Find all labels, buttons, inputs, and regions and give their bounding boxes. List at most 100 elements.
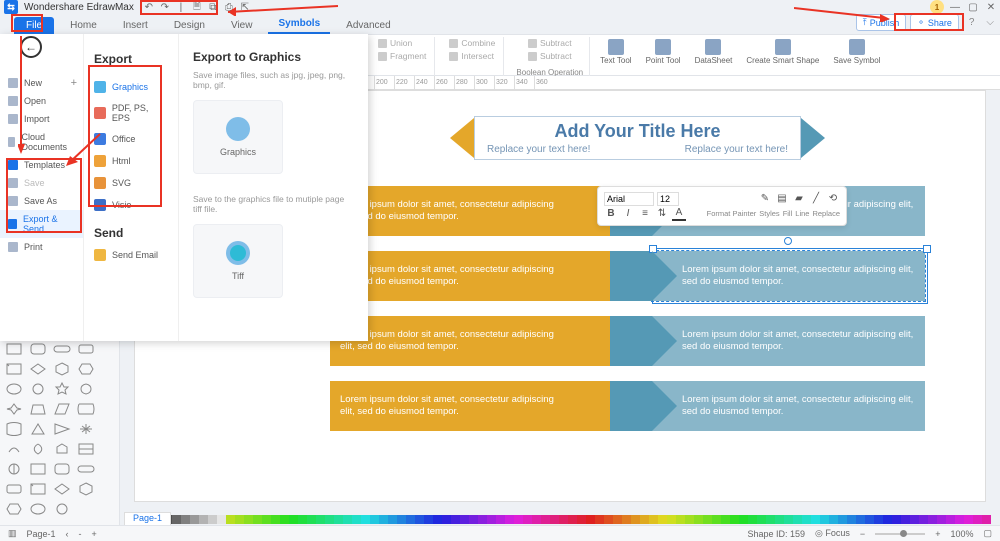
color-swatch[interactable] (451, 515, 460, 524)
color-swatch[interactable] (172, 515, 181, 524)
color-swatch[interactable] (883, 515, 892, 524)
zoom-out-button[interactable]: − (860, 529, 865, 539)
line-icon[interactable]: ╱ (809, 192, 823, 206)
font-family-input[interactable] (604, 192, 654, 206)
color-swatch[interactable] (577, 515, 586, 524)
point-tool-button[interactable]: Point Tool (642, 37, 685, 68)
color-swatch[interactable] (505, 515, 514, 524)
color-swatch[interactable] (685, 515, 694, 524)
color-swatch[interactable] (523, 515, 532, 524)
color-swatch[interactable] (568, 515, 577, 524)
color-swatch[interactable] (901, 515, 910, 524)
color-swatch[interactable] (316, 515, 325, 524)
row3-right[interactable]: Lorem ipsum dolor sit amet, consectetur … (652, 316, 925, 366)
intersect-button[interactable]: Intersect (447, 50, 497, 62)
notification-badge[interactable]: 1 (930, 0, 944, 14)
color-swatch[interactable] (460, 515, 469, 524)
color-swatch[interactable] (739, 515, 748, 524)
shape-thumb[interactable] (28, 381, 48, 397)
nav-cloud[interactable]: Cloud Documents (0, 128, 83, 156)
nav-templates[interactable]: Templates (0, 156, 83, 174)
qa-export-icon[interactable]: ⇱ (240, 2, 250, 12)
union-button[interactable]: Union (376, 37, 428, 49)
color-swatch[interactable] (694, 515, 703, 524)
shape-thumb[interactable] (52, 461, 72, 477)
color-swatch[interactable] (550, 515, 559, 524)
shape-thumb[interactable] (4, 381, 24, 397)
color-swatch[interactable] (334, 515, 343, 524)
datasheet-button[interactable]: DataSheet (691, 37, 737, 68)
color-swatch[interactable] (820, 515, 829, 524)
spacing-button[interactable]: ⇅ (655, 207, 669, 221)
export-pdf[interactable]: PDF, PS, EPS (90, 98, 172, 128)
color-swatch[interactable] (271, 515, 280, 524)
color-swatch[interactable] (784, 515, 793, 524)
status-focus[interactable]: ◎ Focus (815, 528, 850, 539)
shape-thumb[interactable] (76, 381, 96, 397)
color-swatch[interactable] (802, 515, 811, 524)
color-swatch[interactable] (757, 515, 766, 524)
shape-thumb[interactable] (28, 341, 48, 357)
export-html[interactable]: Html (90, 150, 172, 172)
shape-thumb[interactable] (76, 481, 96, 497)
color-swatch[interactable] (532, 515, 541, 524)
color-swatch[interactable] (964, 515, 973, 524)
color-swatch[interactable] (721, 515, 730, 524)
color-swatch[interactable] (982, 515, 991, 524)
shape-thumb[interactable] (28, 481, 48, 497)
row4-right[interactable]: Lorem ipsum dolor sit amet, consectetur … (652, 381, 925, 431)
color-swatch[interactable] (424, 515, 433, 524)
color-swatch[interactable] (586, 515, 595, 524)
shape-thumb[interactable] (52, 441, 72, 457)
color-swatch[interactable] (847, 515, 856, 524)
status-minus[interactable]: - (79, 529, 82, 539)
subtract-button-1[interactable]: Subtract (526, 37, 574, 49)
color-swatch[interactable] (775, 515, 784, 524)
color-swatch[interactable] (937, 515, 946, 524)
color-swatch[interactable] (919, 515, 928, 524)
smartshape-button[interactable]: Create Smart Shape (742, 37, 823, 68)
help-icon[interactable]: ? (967, 15, 977, 30)
row4-left[interactable]: Lorem ipsum dolor sit amet, consectetur … (330, 381, 610, 431)
color-swatch[interactable] (910, 515, 919, 524)
shape-thumb[interactable] (52, 401, 72, 417)
color-swatch[interactable] (604, 515, 613, 524)
color-swatch[interactable] (649, 515, 658, 524)
panel-toggle-icon[interactable]: ▥ (8, 528, 17, 539)
color-swatch[interactable] (406, 515, 415, 524)
color-swatch[interactable] (640, 515, 649, 524)
color-swatch[interactable] (928, 515, 937, 524)
qa-print-icon[interactable]: ⎙ (224, 2, 234, 12)
diagram-title-box[interactable]: Add Your Title Here Replace your text he… (474, 116, 801, 160)
nav-print[interactable]: Print (0, 238, 83, 256)
share-button[interactable]: ⚬Share (910, 14, 959, 31)
graphics-card[interactable]: Graphics (193, 100, 283, 174)
subtract-button-2[interactable]: Subtract (526, 50, 574, 62)
nav-saveas[interactable]: Save As (0, 192, 83, 210)
row2-left[interactable]: Lorem ipsum dolor sit amet, consectetur … (330, 251, 610, 301)
font-size-input[interactable] (657, 192, 679, 206)
shape-thumb[interactable] (76, 461, 96, 477)
shape-thumb[interactable] (4, 461, 24, 477)
align-button[interactable]: ≡ (638, 207, 652, 221)
tab-view[interactable]: View (221, 17, 263, 34)
fill-icon[interactable]: ▰ (792, 192, 806, 206)
tab-advanced[interactable]: Advanced (336, 17, 400, 34)
export-visio[interactable]: Visio (90, 194, 172, 216)
color-swatch[interactable] (235, 515, 244, 524)
shape-thumb[interactable] (28, 361, 48, 377)
tab-insert[interactable]: Insert (113, 17, 158, 34)
export-graphics[interactable]: Graphics (90, 76, 172, 98)
color-swatch[interactable] (730, 515, 739, 524)
color-swatch[interactable] (361, 515, 370, 524)
shape-thumb[interactable] (4, 401, 24, 417)
shape-thumb[interactable] (28, 461, 48, 477)
color-swatch[interactable] (208, 515, 217, 524)
color-swatch[interactable] (325, 515, 334, 524)
color-swatch[interactable] (811, 515, 820, 524)
shape-thumb[interactable] (28, 501, 48, 517)
color-swatch[interactable] (892, 515, 901, 524)
color-swatch[interactable] (343, 515, 352, 524)
shape-thumb[interactable] (76, 341, 96, 357)
shape-thumb[interactable] (28, 441, 48, 457)
